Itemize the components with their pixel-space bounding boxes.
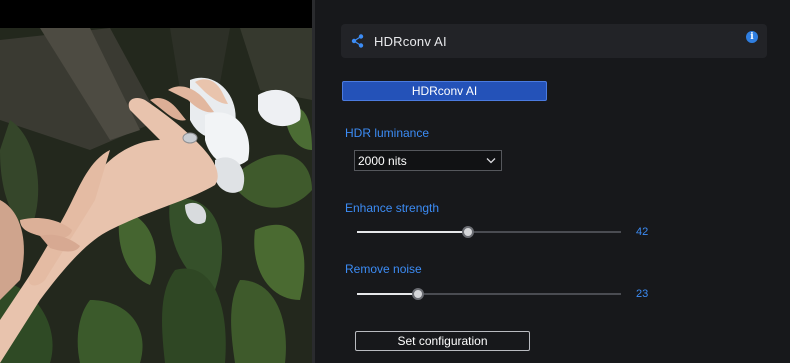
hdr-luminance-value: 2000 nits [358, 154, 407, 168]
remove-noise-value: 23 [636, 288, 649, 300]
enhance-strength-label: Enhance strength [345, 201, 440, 215]
share-icon [351, 34, 364, 48]
info-icon[interactable]: i [746, 31, 758, 43]
enhance-strength-value: 42 [636, 226, 649, 238]
video-frame-image [0, 0, 312, 363]
panel-header: HDRconv AI i [341, 24, 767, 58]
enhance-strength-slider[interactable] [357, 225, 621, 239]
settings-panel: HDRconv AI i HDRconv AI HDR luminance 20… [315, 0, 790, 363]
chevron-down-icon [486, 158, 496, 164]
app-window: HDRconv AI i HDRconv AI HDR luminance 20… [0, 0, 790, 363]
set-configuration-button[interactable]: Set configuration [355, 331, 530, 351]
hdr-luminance-select[interactable]: 2000 nits [354, 150, 502, 171]
video-preview[interactable] [0, 0, 312, 363]
remove-noise-label: Remove noise [345, 262, 422, 276]
hdrconv-mode-button[interactable]: HDRconv AI [342, 81, 547, 101]
slider-thumb[interactable] [412, 288, 424, 300]
panel-title: HDRconv AI [374, 34, 447, 49]
remove-noise-slider[interactable] [357, 287, 621, 301]
slider-thumb[interactable] [462, 226, 474, 238]
hdr-luminance-label: HDR luminance [345, 126, 430, 140]
slider-fill [357, 293, 418, 295]
slider-fill [357, 231, 468, 233]
